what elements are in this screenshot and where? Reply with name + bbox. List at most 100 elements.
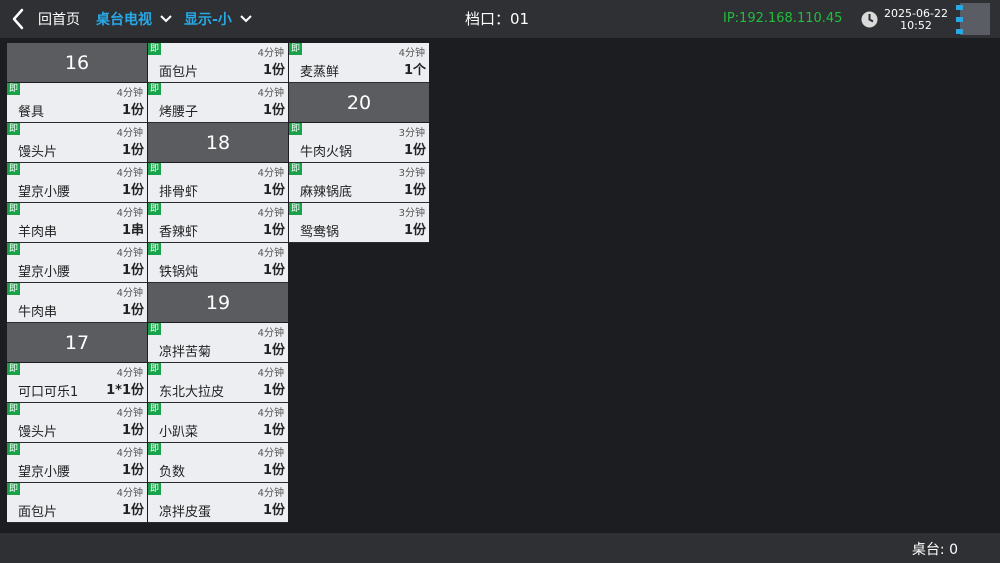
dish-name: 餐具 [18, 105, 45, 120]
instant-tag: 即 [7, 363, 20, 375]
dish-name: 小趴菜 [159, 425, 199, 440]
order-item[interactable]: 即 4分钟 排骨虾 1份 [148, 163, 288, 203]
view-dropdown[interactable]: 桌台电视 [96, 9, 172, 29]
order-item[interactable]: 即 4分钟 凉拌皮蛋 1份 [148, 483, 288, 523]
elapsed-time: 4分钟 [257, 448, 284, 459]
blue-marker [956, 29, 963, 34]
dish-name: 排骨虾 [159, 185, 199, 200]
dish-name: 可口可乐1 [18, 385, 79, 400]
instant-tag: 即 [148, 443, 161, 455]
quantity: 1份 [262, 103, 285, 118]
instant-tag: 即 [7, 243, 20, 255]
chevron-left-icon [12, 8, 24, 30]
elapsed-time: 3分钟 [398, 208, 425, 219]
dish-name: 凉拌苦菊 [159, 345, 212, 360]
order-item[interactable]: 即 4分钟 烤腰子 1份 [148, 83, 288, 123]
stall-label: 档口：01 [465, 10, 530, 28]
chevron-down-icon [160, 13, 172, 25]
home-link[interactable]: 回首页 [38, 9, 80, 29]
back-button[interactable] [6, 0, 30, 38]
dish-name: 馒头片 [18, 145, 58, 160]
order-item[interactable]: 即 4分钟 餐具 1份 [7, 83, 147, 123]
dish-name: 牛肉串 [18, 305, 58, 320]
table-number-header[interactable]: 16 [7, 43, 147, 83]
display-dropdown[interactable]: 显示-小 [184, 9, 252, 29]
elapsed-time: 4分钟 [257, 408, 284, 419]
quantity: 1份 [262, 63, 285, 78]
instant-tag: 即 [148, 363, 161, 375]
order-item[interactable]: 即 3分钟 牛肉火锅 1份 [289, 123, 429, 163]
side-panel-toggle[interactable] [960, 3, 990, 35]
order-item[interactable]: 即 4分钟 牛肉串 1份 [7, 283, 147, 323]
order-column-1: 16 即 4分钟 餐具 1份即 4分钟 馒头片 1份即 4分钟 望京小腰 1份即 4分钟 羊肉串 1串即 4… [7, 43, 147, 523]
view-dropdown-label: 桌台电视 [96, 12, 152, 28]
dish-name: 香辣虾 [159, 225, 199, 240]
table-number-header[interactable]: 20 [289, 83, 429, 123]
elapsed-time: 4分钟 [257, 328, 284, 339]
elapsed-time: 3分钟 [398, 128, 425, 139]
blue-marker [956, 5, 963, 10]
display-dropdown-label: 显示-小 [184, 12, 232, 28]
quantity: 1份 [262, 263, 285, 278]
quantity: 1份 [403, 143, 426, 158]
elapsed-time: 4分钟 [257, 168, 284, 179]
order-item[interactable]: 即 4分钟 羊肉串 1串 [7, 203, 147, 243]
order-item[interactable]: 即 4分钟 馒头片 1份 [7, 123, 147, 163]
quantity: 1份 [121, 503, 144, 518]
time-text: 10:52 [900, 19, 932, 32]
ip-address: IP:192.168.110.45 [723, 11, 843, 26]
chevron-down-icon [240, 13, 252, 25]
order-item[interactable]: 即 4分钟 面包片 1份 [7, 483, 147, 523]
order-item[interactable]: 即 4分钟 负数 1份 [148, 443, 288, 483]
quantity: 1份 [121, 143, 144, 158]
order-item[interactable]: 即 4分钟 凉拌苦菊 1份 [148, 323, 288, 363]
dish-name: 羊肉串 [18, 225, 58, 240]
blue-marker [956, 17, 963, 22]
quantity: 1份 [121, 423, 144, 438]
order-item[interactable]: 即 4分钟 望京小腰 1份 [7, 243, 147, 283]
elapsed-time: 4分钟 [116, 488, 143, 499]
instant-tag: 即 [7, 203, 20, 215]
instant-tag: 即 [7, 483, 20, 495]
instant-tag: 即 [148, 163, 161, 175]
order-item[interactable]: 即 4分钟 东北大拉皮 1份 [148, 363, 288, 403]
elapsed-time: 4分钟 [257, 248, 284, 259]
order-item[interactable]: 即 4分钟 望京小腰 1份 [7, 443, 147, 483]
order-item[interactable]: 即 3分钟 鸳鸯锅 1份 [289, 203, 429, 243]
dish-name: 鸳鸯锅 [300, 225, 340, 240]
instant-tag: 即 [7, 283, 20, 295]
dish-name: 凉拌皮蛋 [159, 505, 212, 520]
quantity: 1份 [121, 303, 144, 318]
elapsed-time: 4分钟 [257, 48, 284, 59]
dish-name: 望京小腰 [18, 185, 71, 200]
elapsed-time: 4分钟 [116, 168, 143, 179]
dish-name: 麦蒸鲜 [300, 65, 340, 80]
quantity: 1*1份 [106, 383, 144, 398]
quantity: 1份 [121, 103, 144, 118]
elapsed-time: 4分钟 [116, 128, 143, 139]
elapsed-time: 3分钟 [398, 168, 425, 179]
instant-tag: 即 [148, 43, 161, 55]
order-item[interactable]: 即 4分钟 香辣虾 1份 [148, 203, 288, 243]
table-number-header[interactable]: 19 [148, 283, 288, 323]
table-number-header[interactable]: 17 [7, 323, 147, 363]
dish-name: 馒头片 [18, 425, 58, 440]
clock-icon [860, 10, 879, 29]
order-item[interactable]: 即 4分钟 铁锅炖 1份 [148, 243, 288, 283]
order-item[interactable]: 即 4分钟 望京小腰 1份 [7, 163, 147, 203]
instant-tag: 即 [289, 203, 302, 215]
instant-tag: 即 [148, 483, 161, 495]
order-item[interactable]: 即 4分钟 面包片 1份 [148, 43, 288, 83]
instant-tag: 即 [148, 403, 161, 415]
instant-tag: 即 [148, 243, 161, 255]
elapsed-time: 4分钟 [257, 88, 284, 99]
order-item[interactable]: 即 3分钟 麻辣锅底 1份 [289, 163, 429, 203]
order-item[interactable]: 即 4分钟 馒头片 1份 [7, 403, 147, 443]
elapsed-time: 4分钟 [116, 208, 143, 219]
dish-name: 麻辣锅底 [300, 185, 353, 200]
table-number-header[interactable]: 18 [148, 123, 288, 163]
order-item[interactable]: 即 4分钟 麦蒸鲜 1个 [289, 43, 429, 83]
order-item[interactable]: 即 4分钟 小趴菜 1份 [148, 403, 288, 443]
instant-tag: 即 [7, 163, 20, 175]
order-item[interactable]: 即 4分钟 可口可乐1 1*1份 [7, 363, 147, 403]
